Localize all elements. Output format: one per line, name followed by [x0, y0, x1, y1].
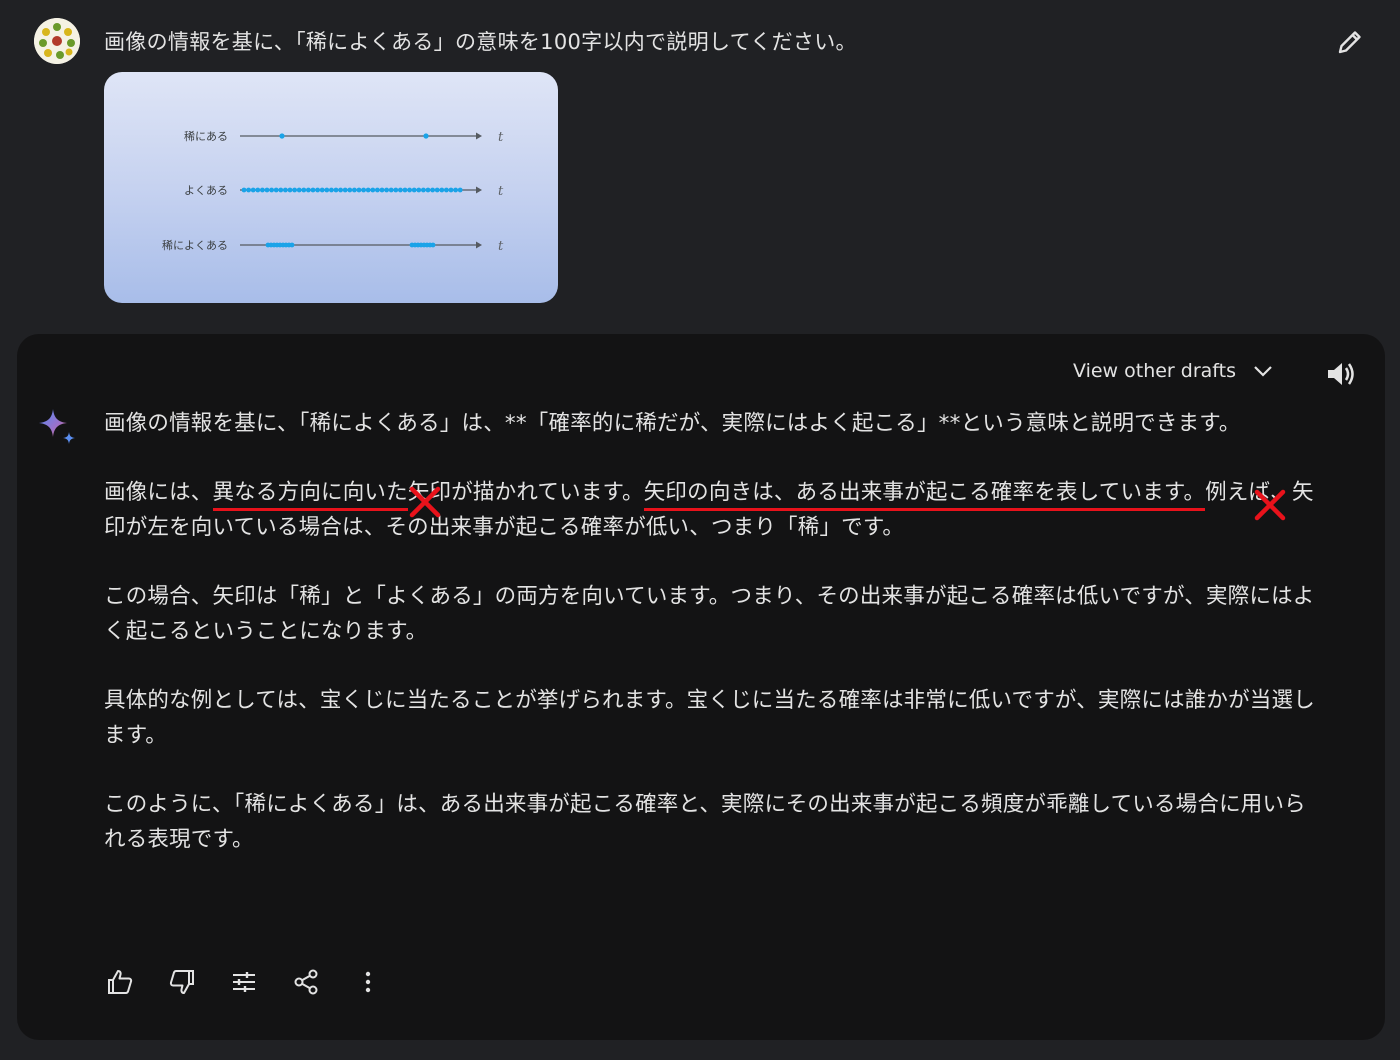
underlined-claim-2: 矢印の向きは、ある出来事が起こる確率を表しています。 [643, 480, 1206, 505]
response-card: View other drafts 画像の情報を基に、「稀によくある」は、**「… [17, 334, 1385, 1040]
event-dot [319, 187, 325, 193]
event-dot [393, 187, 399, 193]
response-paragraph-2: 画像には、異なる方向に向いた矢印が描かれています。矢印の向きは、ある出来事が起こ… [104, 475, 1319, 545]
more-vert-icon[interactable] [351, 965, 385, 999]
thumbs-up-icon[interactable] [103, 965, 137, 999]
event-dot [421, 187, 426, 193]
event-dot [388, 187, 394, 193]
response-paragraph-4: 具体的な例としては、宝くじに当たることが挙げられます。宝くじに当たる確率は非常に… [104, 688, 1315, 748]
event-dot [338, 187, 343, 193]
event-dot [264, 187, 270, 193]
event-dot [439, 187, 445, 193]
event-dot [444, 187, 449, 193]
event-dot [375, 187, 380, 193]
event-dot [411, 187, 417, 193]
event-dot [402, 187, 408, 193]
event-dot [279, 133, 285, 139]
event-dot [278, 187, 284, 193]
user-prompt-text: 画像の情報を基に、「稀によくある」の意味を100字以内で説明してください。 [104, 30, 857, 54]
event-dot [329, 187, 334, 193]
event-dot [407, 187, 412, 193]
event-dot [448, 187, 454, 193]
timeline-label: 稀にある [184, 130, 228, 143]
event-dot [250, 187, 256, 193]
timeline-label: よくある [184, 184, 228, 197]
event-dot [255, 187, 261, 193]
event-dot [356, 187, 362, 193]
event-dot [423, 133, 429, 139]
event-dot [283, 187, 288, 193]
event-dot [453, 187, 458, 193]
chevron-down-icon [1254, 366, 1272, 377]
event-dot [260, 187, 265, 193]
event-dot [324, 187, 330, 193]
event-dot [333, 187, 339, 193]
gemini-spark-icon [37, 406, 79, 448]
time-axis-symbol: t [498, 239, 504, 254]
event-dot [296, 187, 302, 193]
timeline-arrowhead [476, 132, 482, 140]
event-dot [379, 187, 385, 193]
event-dot [434, 187, 440, 193]
modify-response-icon[interactable] [227, 965, 261, 999]
timeline-arrowhead [476, 241, 482, 249]
event-dot [241, 187, 247, 193]
event-dot [246, 187, 252, 193]
event-dot [292, 187, 297, 193]
thumbs-down-icon[interactable] [165, 965, 199, 999]
event-dot [306, 187, 311, 193]
event-dot [310, 187, 316, 193]
event-dot [315, 187, 320, 193]
event-dot [273, 187, 279, 193]
event-dot [287, 187, 293, 193]
event-dot [301, 187, 307, 193]
event-dot [457, 187, 463, 193]
response-text: 画像の情報を基に、「稀によくある」は、**「確率的に稀だが、実際にはよく起こる」… [104, 406, 1319, 891]
share-icon[interactable] [289, 965, 323, 999]
event-dot [361, 187, 366, 193]
timeline-label: 稀によくある [162, 239, 228, 252]
event-dot [347, 187, 353, 193]
edit-icon[interactable] [1330, 24, 1368, 62]
event-dot [416, 187, 422, 193]
time-axis-symbol: t [498, 184, 504, 199]
event-dot [289, 242, 295, 248]
cross-mark-icon [1253, 488, 1287, 522]
event-dot [430, 242, 436, 248]
event-dot [370, 187, 376, 193]
timeline-arrowhead [476, 186, 482, 194]
event-dot [352, 187, 357, 193]
time-axis-symbol: t [498, 130, 504, 145]
response-paragraph-5: このように、「稀によくある」は、ある出来事が起こる確率と、実際にその出来事が起こ… [104, 792, 1306, 852]
response-paragraph-3: この場合、矢印は「稀」と「よくある」の両方を向いています。つまり、その出来事が起… [104, 584, 1315, 644]
event-dot [365, 187, 371, 193]
event-dot [425, 187, 431, 193]
view-other-drafts-button[interactable]: View other drafts [1073, 356, 1274, 386]
attached-image[interactable]: 稀にある t よくある t 稀によくある t [104, 72, 558, 303]
underlined-claim-1: 異なる方向に向いた [212, 480, 408, 505]
response-paragraph-1: 画像の情報を基に、「稀によくある」は、**「確率的に稀だが、実際にはよく起こる」… [104, 411, 1241, 436]
speaker-icon[interactable] [1323, 356, 1359, 392]
event-dot [342, 187, 348, 193]
paragraph-2-part-a: 画像には、 [104, 480, 213, 505]
paragraph-2-part-c: 矢印が描かれています。 [407, 480, 644, 505]
view-other-drafts-label: View other drafts [1073, 360, 1237, 382]
user-message: 画像の情報を基に、「稀によくある」の意味を100字以内で説明してください。 稀に… [0, 0, 1400, 330]
event-dot [398, 187, 403, 193]
event-dot [384, 187, 389, 193]
response-actions [103, 964, 413, 1000]
cross-mark-icon [408, 485, 442, 519]
event-dot [269, 187, 274, 193]
avatar[interactable] [34, 18, 80, 64]
event-dot [430, 187, 435, 193]
